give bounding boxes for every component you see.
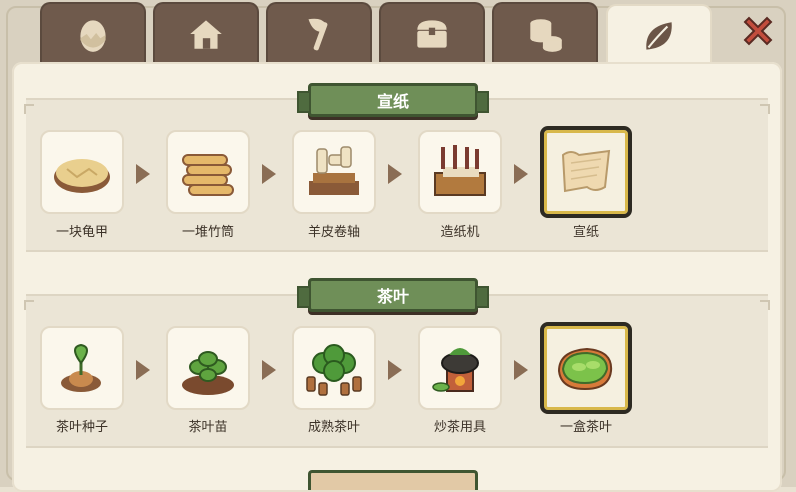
step-label: 造纸机 [440,225,480,240]
tea-roaster-icon [432,348,479,392]
recipe-title-banner: 宣纸 [297,83,489,117]
coins-icon [530,19,562,52]
arrow-icon [136,360,150,380]
recipe-step-2[interactable] [166,326,250,410]
tab-leaf[interactable] [606,4,712,68]
recipe-step-4[interactable] [418,130,502,214]
recipe-result[interactable] [540,322,632,414]
recipe-step-2[interactable] [166,130,250,214]
recipe-step-1[interactable] [40,326,124,410]
arrow-icon [388,164,402,184]
step-label: 茶叶种子 [55,420,108,435]
house-icon [190,20,222,49]
recipe-step-1[interactable] [40,130,124,214]
step-label: 一盒茶叶 [559,420,612,435]
step-label: 一块龟甲 [55,225,108,240]
egg-icon [80,20,106,52]
recipe-title: 茶叶 [376,287,409,306]
mature-tea-icon [306,344,362,396]
tab-axe[interactable] [266,2,372,64]
tab-house[interactable] [153,2,259,64]
turtle-shell-icon [54,159,110,193]
tab-coins[interactable] [492,2,598,64]
arrow-icon [136,164,150,184]
recipe-title: 宣纸 [376,92,409,111]
xuan-paper-icon [561,149,611,193]
leaf-icon [646,22,672,50]
arrow-icon [388,360,402,380]
next-recipe-banner [308,470,478,490]
bamboo-pile-icon [182,154,234,196]
tea-box-icon [557,347,613,391]
step-label: 茶叶苗 [188,420,228,435]
tea-seed-icon [61,343,101,392]
arrow-icon [514,360,528,380]
recipe-result[interactable] [540,126,632,218]
arrow-icon [262,164,276,184]
paper-machine-icon [434,145,486,196]
recipe-step-3[interactable] [292,130,376,214]
step-label: 炒茶用具 [433,420,486,435]
recipe-title-banner: 茶叶 [297,278,489,312]
step-label: 羊皮卷轴 [307,225,360,240]
arrow-icon [514,164,528,184]
axe-icon [308,18,328,51]
step-label: 宣纸 [572,225,599,240]
arrow-icon [262,360,276,380]
step-label: 一堆竹筒 [181,225,234,240]
step-label: 成熟茶叶 [307,420,360,435]
close-icon [743,16,773,46]
tab-chest[interactable] [379,2,485,64]
tab-egg[interactable] [40,2,146,64]
tea-seedling-icon [182,351,234,395]
chest-icon [417,20,447,48]
close-button[interactable] [732,8,784,54]
recipe-step-4[interactable] [418,326,502,410]
scroll-rack-icon [309,146,359,195]
recipe-step-3[interactable] [292,326,376,410]
